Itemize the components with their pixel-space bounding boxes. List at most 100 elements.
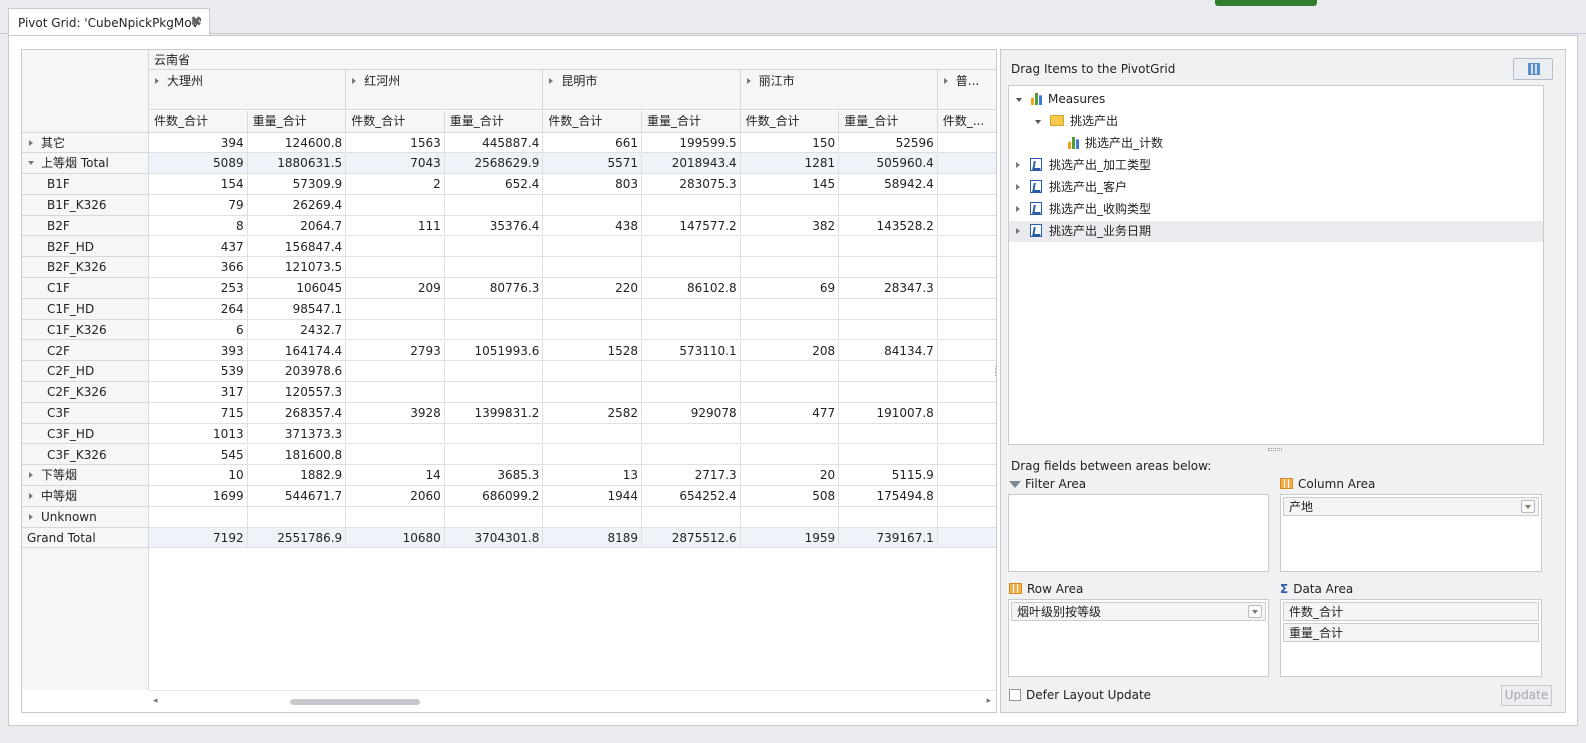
column-header-measure[interactable]: 件数_...	[937, 111, 996, 133]
data-cell[interactable]: 366	[149, 257, 248, 279]
data-cell[interactable]: 208	[740, 340, 840, 362]
data-cell[interactable]: 3685.3	[444, 465, 544, 487]
expand-arrow-icon[interactable]	[1016, 228, 1020, 234]
filter-area[interactable]	[1008, 494, 1269, 572]
data-cell[interactable]	[346, 361, 445, 383]
data-cell[interactable]: 14	[346, 465, 445, 487]
data-cell[interactable]: 150	[740, 132, 840, 154]
data-cell[interactable]: 1399831.2	[444, 402, 544, 424]
data-cell[interactable]	[444, 506, 544, 528]
data-cell[interactable]: 57309.9	[247, 174, 347, 195]
data-cell[interactable]: 124600.8	[247, 132, 347, 154]
data-cell[interactable]	[543, 506, 642, 528]
data-cell[interactable]	[346, 444, 445, 466]
data-cell[interactable]: 203978.6	[247, 361, 347, 383]
row-field-chip[interactable]: 烟叶级别按等级	[1011, 602, 1266, 621]
data-cell[interactable]: 3928	[346, 402, 445, 424]
data-cell[interactable]	[839, 382, 938, 403]
column-header-measure[interactable]: 件数_合计	[543, 111, 642, 133]
data-cell[interactable]: 154	[149, 174, 248, 195]
data-cell[interactable]: 1051993.6	[444, 340, 544, 362]
data-cell[interactable]: 477	[740, 402, 840, 424]
chevron-down-icon[interactable]	[1521, 500, 1535, 513]
data-cell[interactable]: 253	[149, 278, 248, 299]
data-cell[interactable]: 654252.4	[642, 486, 741, 507]
data-cell[interactable]: 147577.2	[642, 215, 741, 237]
data-cell[interactable]: 2551786.9	[247, 527, 347, 549]
data-cell[interactable]	[642, 257, 741, 279]
column-header-measure[interactable]: 重量_合计	[247, 111, 347, 133]
data-cell[interactable]: 1013	[149, 423, 248, 445]
data-cell[interactable]	[543, 194, 642, 216]
data-cell[interactable]	[740, 506, 840, 528]
data-cell[interactable]	[543, 319, 642, 341]
data-cell[interactable]	[543, 382, 642, 403]
data-cell[interactable]: 573110.1	[642, 340, 741, 362]
data-cell[interactable]: 121073.5	[247, 257, 347, 279]
data-cell[interactable]: 1880631.5	[247, 153, 347, 175]
data-cell[interactable]	[740, 298, 840, 320]
data-cell[interactable]: 283075.3	[642, 174, 741, 195]
data-cell[interactable]: 80776.3	[444, 278, 544, 299]
data-cell[interactable]: 98547.1	[247, 298, 347, 320]
data-cell[interactable]	[543, 257, 642, 279]
tree-node[interactable]: 挑选产出_客户	[1009, 177, 1543, 198]
data-cell[interactable]	[444, 257, 544, 279]
horizontal-scrollbar[interactable]: ◂ ▸	[149, 690, 996, 712]
data-cell[interactable]: 191007.8	[839, 402, 938, 424]
data-cell[interactable]: 1281	[740, 153, 840, 175]
data-cell[interactable]	[740, 423, 840, 445]
data-cell[interactable]	[642, 194, 741, 216]
column-header-city[interactable]: 大理州	[149, 70, 347, 110]
column-header-measure[interactable]: 重量_合计	[444, 111, 544, 133]
data-cell[interactable]: 5089	[149, 153, 248, 175]
data-cell[interactable]	[740, 236, 840, 258]
data-cell[interactable]: 394	[149, 132, 248, 154]
data-cell[interactable]	[346, 236, 445, 258]
data-cell[interactable]	[642, 236, 741, 258]
data-cell[interactable]: 10	[149, 465, 248, 487]
expand-arrow-icon[interactable]	[746, 78, 751, 84]
data-cell[interactable]: 545	[149, 444, 248, 466]
data-cell[interactable]	[444, 382, 544, 403]
data-cell[interactable]: 1959	[740, 527, 840, 549]
data-cell[interactable]: 111	[346, 215, 445, 237]
data-cell[interactable]: 26269.4	[247, 194, 347, 216]
data-cell[interactable]: 1699	[149, 486, 248, 507]
data-cell[interactable]: 86102.8	[642, 278, 741, 299]
data-cell[interactable]: 8	[149, 215, 248, 237]
data-cell[interactable]: 52596	[839, 132, 938, 154]
data-cell[interactable]: 317	[149, 382, 248, 403]
expand-arrow-icon[interactable]	[29, 493, 33, 500]
expand-arrow-icon[interactable]	[352, 78, 357, 84]
tree-node[interactable]: 挑选产出	[1009, 111, 1543, 132]
data-cell[interactable]: 2432.7	[247, 319, 347, 341]
data-cell[interactable]	[740, 319, 840, 341]
expand-arrow-icon[interactable]	[1016, 206, 1020, 212]
tree-node[interactable]: 挑选产出_收购类型	[1009, 199, 1543, 220]
data-cell[interactable]: 106045	[247, 278, 347, 299]
data-cell[interactable]: 3704301.8	[444, 527, 544, 549]
data-cell[interactable]: 2018943.4	[642, 153, 741, 175]
data-cell[interactable]: 686099.2	[444, 486, 544, 507]
data-cell[interactable]	[444, 319, 544, 341]
data-cell[interactable]	[839, 194, 938, 216]
data-cell[interactable]: 544671.7	[247, 486, 347, 507]
data-cell[interactable]: 1528	[543, 340, 642, 362]
data-cell[interactable]	[346, 319, 445, 341]
data-cell[interactable]	[149, 506, 248, 528]
data-cell[interactable]	[444, 236, 544, 258]
data-cell[interactable]	[642, 444, 741, 466]
data-cell[interactable]	[346, 382, 445, 403]
row-header[interactable]: 下等烟	[22, 465, 149, 487]
data-cell[interactable]	[642, 319, 741, 341]
expand-arrow-icon[interactable]	[1016, 184, 1020, 190]
data-field-chip[interactable]: 重量_合计	[1283, 623, 1539, 642]
column-header-city[interactable]: 昆明市	[543, 70, 741, 110]
data-cell[interactable]: 652.4	[444, 174, 544, 195]
data-cell[interactable]	[346, 298, 445, 320]
expand-arrow-icon[interactable]	[29, 472, 33, 479]
data-cell[interactable]	[444, 298, 544, 320]
data-cell[interactable]: 209	[346, 278, 445, 299]
data-cell[interactable]	[346, 257, 445, 279]
